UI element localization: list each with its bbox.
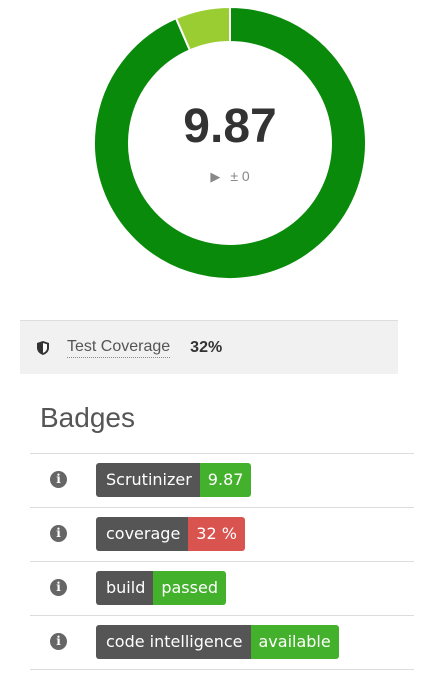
- badge-row-build: i build passed: [30, 562, 414, 616]
- badge-row-coverage: i coverage 32 %: [30, 508, 414, 562]
- info-icon[interactable]: i: [50, 471, 67, 488]
- info-icon[interactable]: i: [50, 525, 67, 542]
- scrutinizer-badge[interactable]: Scrutinizer 9.87: [96, 463, 252, 497]
- test-coverage-label[interactable]: Test Coverage: [67, 337, 171, 358]
- badge-label: Scrutinizer: [96, 463, 200, 497]
- quality-score-donut: 9.87 ▶ ± 0: [94, 5, 366, 281]
- badge-label: coverage: [96, 517, 189, 551]
- score-delta: ▶ ± 0: [94, 169, 366, 183]
- code-intelligence-badge[interactable]: code intelligence available: [96, 625, 339, 659]
- badge-value: 32 %: [188, 517, 245, 551]
- badge-label: build: [96, 571, 154, 605]
- info-icon[interactable]: i: [50, 633, 67, 650]
- coverage-badge[interactable]: coverage 32 %: [96, 517, 245, 551]
- badge-row-code-intelligence: i code intelligence available: [30, 616, 414, 670]
- info-icon[interactable]: i: [50, 579, 67, 596]
- score-delta-value: ± 0: [230, 168, 250, 184]
- badges-heading: Badges: [40, 402, 135, 433]
- test-coverage-panel: Test Coverage 32%: [20, 320, 398, 374]
- badge-value: passed: [153, 571, 226, 605]
- play-icon: ▶: [210, 169, 221, 184]
- build-badge[interactable]: build passed: [96, 571, 226, 605]
- shield-icon: [37, 340, 49, 355]
- badge-value: 9.87: [199, 463, 252, 497]
- badge-value: available: [250, 625, 339, 659]
- badge-label: code intelligence: [96, 625, 251, 659]
- badge-row-scrutinizer: i Scrutinizer 9.87: [30, 454, 414, 508]
- test-coverage-value: 32%: [190, 338, 223, 356]
- badge-list: i Scrutinizer 9.87 i coverage 32 % i bui…: [30, 453, 414, 670]
- quality-score-value: 9.87: [183, 100, 277, 153]
